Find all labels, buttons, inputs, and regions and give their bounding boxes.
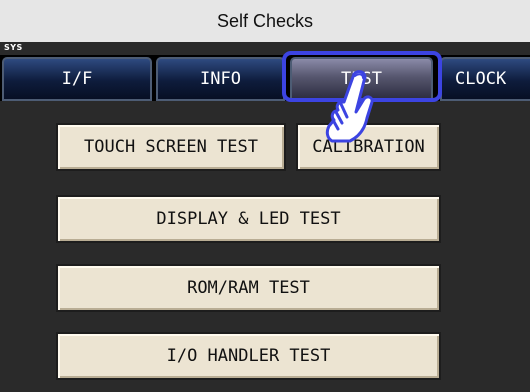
io-handler-test-button[interactable]: I/O HANDLER TEST: [56, 332, 441, 380]
calibration-button[interactable]: CALIBRATION: [296, 123, 441, 171]
tab-test[interactable]: TEST: [290, 57, 433, 101]
window-title: Self Checks: [216, 10, 314, 31]
display-led-test-button[interactable]: DISPLAY & LED TEST: [56, 195, 441, 243]
rom-ram-test-button[interactable]: ROM/RAM TEST: [56, 264, 441, 312]
tab-clock[interactable]: CLOCK: [440, 57, 530, 101]
device-screen: SYS I/F INFO TEST CLOCK TOUCH SCREEN TES…: [0, 42, 530, 392]
touch-screen-test-button[interactable]: TOUCH SCREEN TEST: [56, 123, 286, 171]
window-title-bar: Self Checks: [0, 0, 530, 42]
tab-bar: I/F INFO TEST CLOCK: [0, 55, 530, 101]
mode-label: SYS: [4, 43, 23, 52]
tab-info[interactable]: INFO: [156, 57, 285, 101]
tab-if[interactable]: I/F: [2, 57, 152, 101]
